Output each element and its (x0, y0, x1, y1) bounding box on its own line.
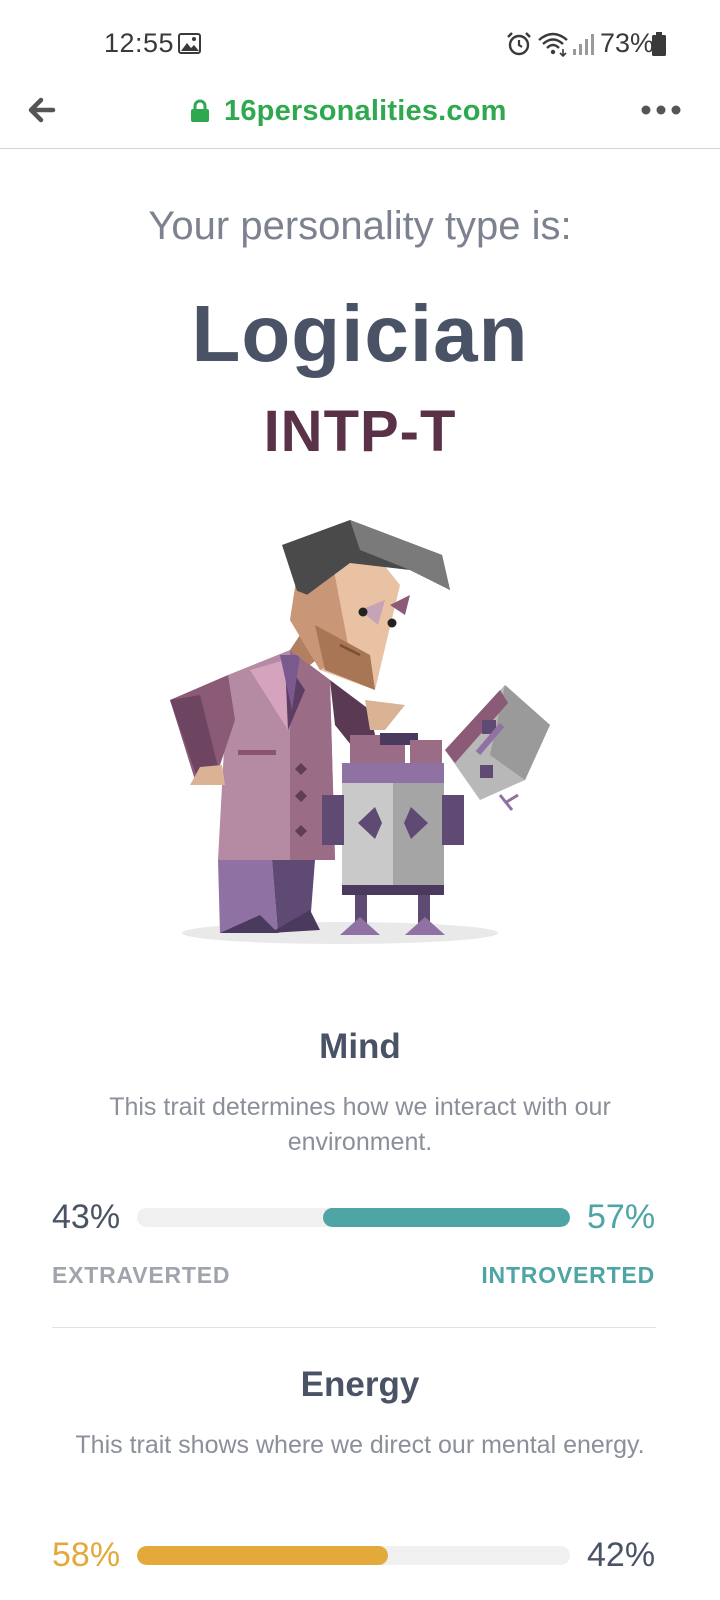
trait-description-mind: This trait determines how we interact wi… (109, 1093, 611, 1156)
gallery-icon (178, 33, 201, 54)
logician-illustration (170, 520, 550, 944)
result-intro: Your personality type is: (148, 204, 572, 248)
personality-type-name: Logician (191, 289, 529, 378)
trait-energy-right-percent: 42% (587, 1536, 656, 1574)
trait-mind-bar (137, 1208, 570, 1227)
trait-energy-bar (137, 1546, 570, 1565)
personality-type-code: INTP-T (263, 399, 457, 464)
signal-icon (573, 34, 594, 55)
url-text: 16personalities.com (224, 94, 507, 127)
back-arrow-icon[interactable] (20, 90, 62, 130)
trait-mind-right-label: INTROVERTED (481, 1262, 655, 1288)
browser-toolbar: 16personalities.com (0, 88, 720, 149)
trait-mind-left-percent: 43% (52, 1198, 121, 1236)
address-bar[interactable]: 16personalities.com (190, 91, 507, 131)
trait-divider (52, 1327, 656, 1328)
wifi-icon (538, 32, 568, 57)
more-dots-icon[interactable] (638, 90, 684, 130)
status-bar: 12:55 73% (0, 0, 720, 88)
trait-title-mind: Mind (319, 1027, 401, 1066)
page: 12:55 73% 16personalities.com Your perso… (0, 0, 720, 1600)
lock-icon (191, 99, 209, 122)
trait-mind-left-label: EXTRAVERTED (52, 1262, 231, 1288)
battery-icon (652, 32, 666, 56)
trait-description-energy: This trait shows where we direct our men… (75, 1431, 645, 1459)
trait-energy-left-percent: 58% (52, 1536, 121, 1574)
trait-title-energy: Energy (300, 1365, 420, 1404)
alarm-icon (507, 32, 531, 56)
status-time: 12:55 (104, 28, 175, 58)
battery-percent: 73% (600, 28, 655, 58)
trait-energy-bar-fill (137, 1546, 389, 1565)
trait-mind-right-percent: 57% (587, 1198, 656, 1236)
trait-mind-bar-fill (323, 1208, 570, 1227)
